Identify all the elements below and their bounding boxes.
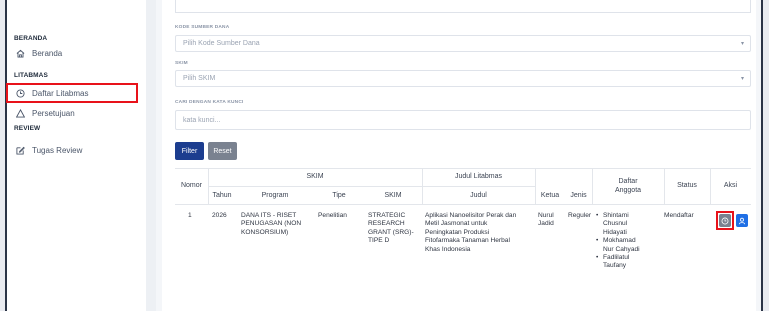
skim-select[interactable]: Pilih SKIM ▾ (175, 70, 751, 87)
cell-status: Mendaftar (664, 212, 694, 219)
judul-line: Peningkatan Produksi (425, 228, 490, 236)
clock-icon (721, 217, 729, 224)
sidebar-item-beranda[interactable]: Beranda (16, 49, 62, 58)
anggota-item: Mokhamad Nur Cahyadi (595, 237, 663, 254)
cell-skim: STRATEGIC RESEARCH GRANT (SRG)- TIPE D (368, 212, 422, 246)
cell-tipe: Penelitian (318, 212, 347, 219)
sidebar-section-beranda: BERANDA (14, 35, 48, 42)
anggota-line: Taufany (603, 262, 627, 270)
judul-line: Khas Indonesia (425, 245, 471, 253)
header-program: Program (261, 192, 289, 199)
header-skim-group: SKIM (306, 173, 324, 180)
previous-filter-field[interactable] (175, 0, 751, 13)
skim-line: RESEARCH (368, 220, 405, 228)
main-content: KODE SUMBER DANA Pilih Kode Sumber Dana … (156, 0, 761, 311)
member-button[interactable] (736, 214, 748, 227)
sidebar-section-review: REVIEW (14, 125, 41, 132)
anggota-line: Hidayati (603, 228, 627, 236)
skim-line: TIPE D (368, 237, 390, 245)
warning-icon (16, 109, 25, 118)
edit-icon (16, 146, 25, 155)
anggota-line: Mokhamad (603, 237, 636, 245)
cell-ketua: Nurul Jadid (538, 212, 554, 229)
keyword-placeholder: kata kunci... (183, 117, 221, 124)
kode-sumber-dana-placeholder: Pilih Kode Sumber Dana (183, 40, 260, 47)
header-judul-group: Judul Litabmas (454, 173, 503, 180)
skim-line: STRATEGIC (368, 212, 406, 219)
kode-sumber-dana-label: KODE SUMBER DANA (175, 25, 230, 30)
anggota-line: Shintami (603, 212, 629, 219)
cell-anggota: Shintami Chusnul Hidayati Mokhamad Nur C… (595, 212, 663, 271)
header-aksi: Aksi (723, 182, 738, 189)
anggota-line: Nur Cahyadi (603, 245, 640, 253)
sidebar-item-label: Tugas Review (32, 146, 83, 155)
cell-jenis: Reguler (568, 212, 592, 219)
highlight-box-daftar-litabmas (6, 83, 138, 103)
program-line: KONSORSIUM) (241, 228, 289, 236)
chevron-down-icon: ▾ (740, 76, 744, 82)
program-line: DANA ITS - RISET (241, 212, 297, 219)
filter-button[interactable]: Filter (175, 142, 204, 160)
cell-tahun: 2026 (212, 212, 227, 219)
judul-line: Fitofarmaka Tanaman Herbal (425, 237, 510, 245)
header-tipe: Tipe (332, 192, 346, 199)
anggota-item: Fadlilatul Taufany (595, 254, 663, 271)
ketua-line: Jadid (538, 220, 554, 228)
sidebar-item-tugas-review[interactable]: Tugas Review (16, 146, 82, 155)
sidebar-section-litabmas: LITABMAS (14, 72, 48, 79)
keyword-input[interactable]: kata kunci... (175, 110, 751, 130)
header-nomor: Nomor (180, 182, 202, 189)
header-status: Status (677, 182, 697, 189)
header-ketua: Ketua (540, 192, 560, 199)
chevron-down-icon: ▾ (740, 41, 744, 47)
keyword-label: CARI DENGAN KATA KUNCI (175, 100, 244, 105)
detail-button[interactable] (719, 214, 731, 227)
skim-label: SKIM (175, 61, 188, 66)
cell-program: DANA ITS - RISET PENUGASAN (NON KONSORSI… (241, 212, 313, 237)
filter-card: KODE SUMBER DANA Pilih Kode Sumber Dana … (162, 0, 756, 311)
skim-placeholder: Pilih SKIM (183, 75, 216, 82)
header-judul: Judul (470, 192, 487, 199)
sidebar: BERANDA Beranda LITABMAS Daftar Litabmas… (7, 0, 146, 311)
cell-judul: Aplikasi Nanoelisitor Perak dan Metil Ja… (425, 212, 537, 254)
reset-button[interactable]: Reset (208, 142, 237, 160)
header-tahun: Tahun (212, 192, 232, 199)
sidebar-item-label: Beranda (32, 49, 63, 58)
header-anggota: Anggota (614, 187, 642, 194)
cell-nomor: 1 (188, 212, 192, 219)
header-jenis: Jenis (570, 192, 587, 199)
home-icon (16, 49, 25, 58)
anggota-line: Chusnul (603, 220, 628, 228)
kode-sumber-dana-select[interactable]: Pilih Kode Sumber Dana ▾ (175, 35, 751, 52)
ketua-line: Nurul (538, 212, 554, 219)
header-daftar: Daftar (618, 178, 638, 185)
sidebar-item-persetujuan[interactable]: Persetujuan (16, 109, 75, 118)
judul-line: Aplikasi Nanoelisitor Perak dan (425, 212, 517, 219)
anggota-line: Fadlilatul (603, 254, 630, 262)
program-line: PENUGASAN (NON (241, 220, 302, 228)
sidebar-divider (146, 0, 156, 311)
anggota-item: Shintami Chusnul Hidayati (595, 212, 663, 237)
judul-line: Metil Jasmonat untuk (425, 220, 488, 228)
skim-line: GRANT (SRG)- (368, 228, 414, 236)
header-skim: SKIM (384, 192, 402, 199)
user-icon (738, 217, 746, 224)
sidebar-item-label: Persetujuan (32, 109, 75, 118)
